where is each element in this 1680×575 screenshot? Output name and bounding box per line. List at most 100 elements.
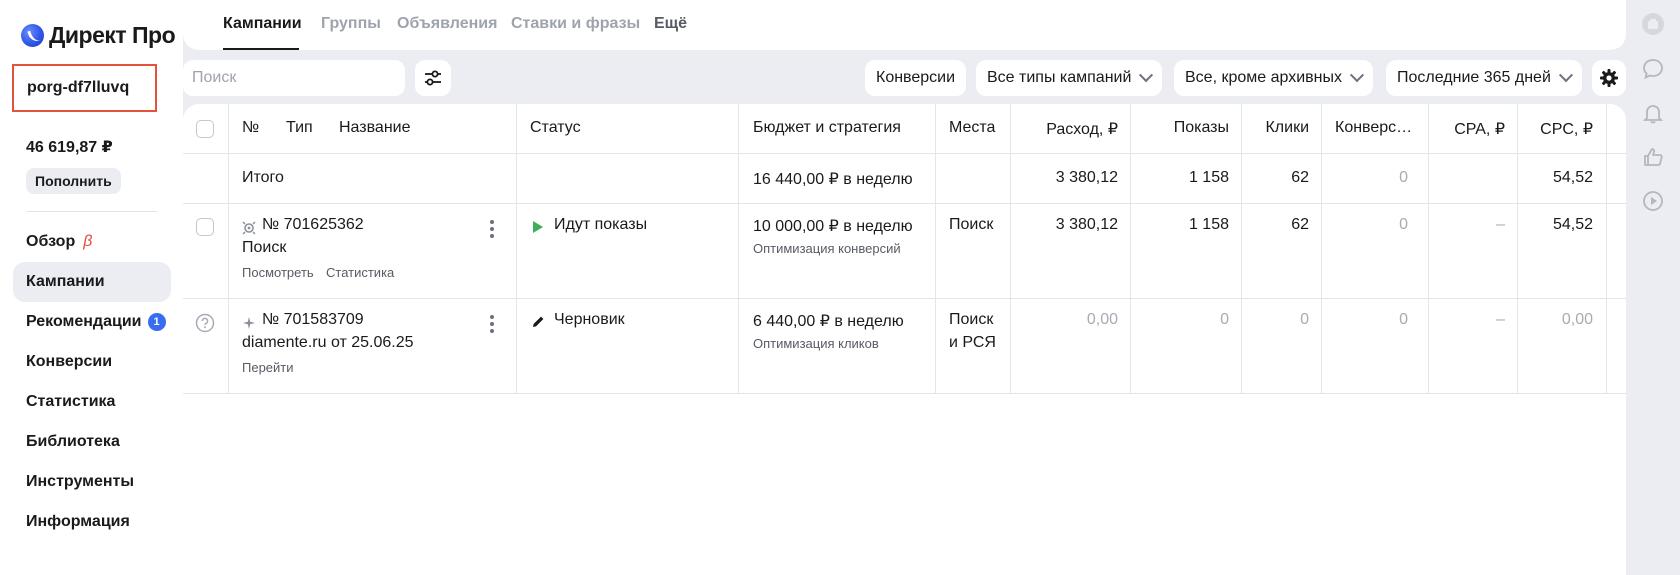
header-cpc[interactable]: CPC, ₽ xyxy=(1540,119,1593,139)
logo-text: Директ Про xyxy=(49,22,176,48)
row-divider xyxy=(183,298,1626,299)
chevron-down-icon xyxy=(1558,68,1573,83)
chevron-down-icon xyxy=(1349,68,1365,83)
notifications-button[interactable] xyxy=(1641,101,1665,125)
sidebar-item-label: Рекомендации xyxy=(26,313,142,330)
sidebar-item-conversions[interactable]: Конверсии xyxy=(13,342,171,382)
row-menu-icon[interactable] xyxy=(490,315,494,333)
bell-icon xyxy=(1642,105,1664,124)
campaign-id[interactable]: № 701583709 xyxy=(262,311,364,329)
pill-label: Последние 365 дней xyxy=(1397,69,1551,86)
col-divider xyxy=(228,104,229,393)
campaign-status: Идут показы xyxy=(554,216,648,233)
chevron-down-icon xyxy=(1139,68,1154,83)
col-divider xyxy=(1606,104,1607,393)
campaign-budget[interactable]: 6 440,00 ₽ в неделю xyxy=(753,311,904,331)
sidebar-item-label: Кампании xyxy=(26,273,105,290)
sidebar-nav: Обзор β Кампании Рекомендации 1 Конверси… xyxy=(13,222,171,542)
campaign-clicks: 62 xyxy=(1291,216,1309,233)
header-type[interactable]: Тип xyxy=(286,119,313,137)
topup-button[interactable]: Пополнить xyxy=(26,168,121,194)
total-clicks: 62 xyxy=(1291,169,1309,186)
campaign-places-line2: и РСЯ xyxy=(949,334,996,351)
search-input[interactable]: Поиск xyxy=(183,60,405,96)
sidebar-divider xyxy=(26,211,157,212)
go-to-link[interactable]: Перейти xyxy=(242,360,294,375)
campaigns-table: № Тип Название Статус Бюджет и стратегия… xyxy=(183,104,1626,575)
col-divider xyxy=(1428,104,1429,393)
chat-icon xyxy=(1643,59,1663,80)
header-spend[interactable]: Расход, ₽ xyxy=(1046,119,1118,139)
campaign-status: Черновик xyxy=(554,311,625,328)
sidebar-item-library[interactable]: Библиотека xyxy=(13,422,171,462)
pill-label: Все, кроме архивных xyxy=(1185,69,1342,86)
play-status-icon xyxy=(533,221,543,233)
col-divider xyxy=(1130,104,1131,393)
campaign-id[interactable]: № 701625362 xyxy=(262,216,364,234)
header-name[interactable]: Название xyxy=(339,119,411,137)
campaign-type-select[interactable]: Все типы кампаний xyxy=(976,60,1163,96)
campaign-impressions: 0 xyxy=(1220,311,1229,328)
col-divider xyxy=(516,104,517,393)
campaign-cpc: 0,00 xyxy=(1561,311,1593,328)
header-impressions[interactable]: Показы xyxy=(1174,119,1229,137)
header-places[interactable]: Места xyxy=(949,119,995,137)
campaign-spend: 0,00 xyxy=(1086,311,1118,328)
header-clicks[interactable]: Клики xyxy=(1265,119,1309,137)
campaign-strategy: Оптимизация кликов xyxy=(753,336,879,351)
statistics-link[interactable]: Статистика xyxy=(326,265,394,280)
beta-badge: β xyxy=(83,233,93,250)
tab-ads[interactable]: Объявления xyxy=(397,15,497,33)
sidebar-item-statistics[interactable]: Статистика xyxy=(13,382,171,422)
conversions-filter-button[interactable]: Конверсии xyxy=(865,60,967,96)
col-divider xyxy=(1517,104,1518,393)
header-status[interactable]: Статус xyxy=(530,119,581,137)
header-cpa[interactable]: CPA, ₽ xyxy=(1454,119,1505,139)
unified-campaign-type-icon xyxy=(243,317,255,329)
campaign-budget[interactable]: 10 000,00 ₽ в неделю xyxy=(753,216,913,236)
campaign-name[interactable]: diamente.ru от 25.06.25 xyxy=(242,334,414,352)
sidebar-item-label: Статистика xyxy=(26,393,116,410)
sidebar-item-tools[interactable]: Инструменты xyxy=(13,462,171,502)
sidebar-item-recommendations[interactable]: Рекомендации 1 xyxy=(13,302,171,342)
sidebar-item-info[interactable]: Информация xyxy=(13,502,171,542)
sidebar-item-campaigns[interactable]: Кампании xyxy=(13,262,171,302)
header-conversions[interactable]: Конверс… xyxy=(1335,119,1412,137)
view-link[interactable]: Посмотреть xyxy=(242,265,314,280)
header-budget[interactable]: Бюджет и стратегия xyxy=(753,119,901,137)
pill-label: Конверсии xyxy=(876,69,956,86)
campaign-spend: 3 380,12 xyxy=(1055,216,1118,233)
total-cpc: 54,52 xyxy=(1552,169,1593,186)
row-menu-icon[interactable] xyxy=(490,220,494,238)
campaign-name[interactable]: Поиск xyxy=(242,239,286,257)
filter-settings-button[interactable] xyxy=(415,60,451,96)
tab-groups[interactable]: Группы xyxy=(321,15,381,33)
campaign-conversions: 0 xyxy=(1399,216,1408,233)
row-checkbox[interactable] xyxy=(196,218,214,236)
direct-logo-icon xyxy=(21,24,44,47)
feedback-button[interactable] xyxy=(1641,145,1665,169)
sidebar-item-label: Обзор xyxy=(26,233,76,250)
sidebar-item-label: Библиотека xyxy=(26,433,120,450)
table-settings-button[interactable] xyxy=(1592,60,1626,96)
logo[interactable]: Директ Про xyxy=(21,22,176,49)
user-avatar[interactable] xyxy=(1641,12,1665,36)
chat-button[interactable] xyxy=(1641,57,1665,81)
account-balance: 46 619,87 ₽ xyxy=(26,139,113,156)
pill-label: Все типы кампаний xyxy=(987,69,1132,86)
question-icon[interactable] xyxy=(195,313,215,333)
archive-filter-select[interactable]: Все, кроме архивных xyxy=(1174,60,1373,96)
tab-campaigns[interactable]: Кампании xyxy=(223,15,302,33)
sidebar-item-label: Информация xyxy=(26,513,130,530)
video-help-button[interactable] xyxy=(1641,189,1665,213)
header-num[interactable]: № xyxy=(242,119,259,137)
sidebar-item-overview[interactable]: Обзор β xyxy=(13,222,171,262)
campaign-impressions: 1 158 xyxy=(1188,216,1229,233)
period-select[interactable]: Последние 365 дней xyxy=(1386,60,1582,96)
tab-more[interactable]: Ещё xyxy=(654,15,687,33)
tabs-bar: Кампании Группы Объявления Ставки и фраз… xyxy=(183,0,1626,50)
tab-bids[interactable]: Ставки и фразы xyxy=(511,15,640,33)
account-login[interactable]: porg-df7lluvq xyxy=(12,64,157,112)
campaign-places: Поиск xyxy=(949,311,994,328)
select-all-checkbox[interactable] xyxy=(196,120,214,138)
